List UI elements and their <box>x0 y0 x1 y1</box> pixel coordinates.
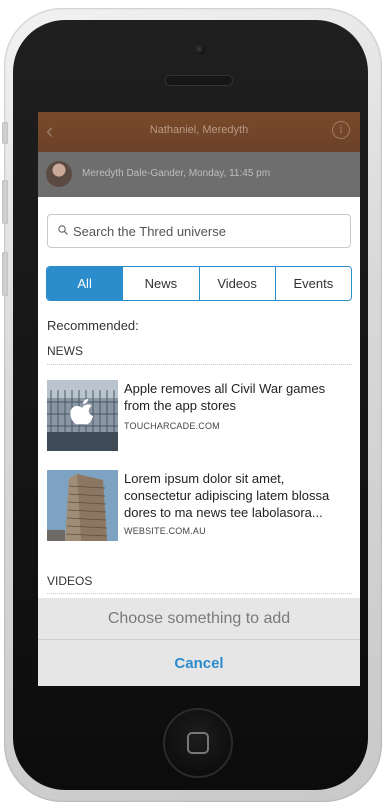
choose-prompt: Choose something to add <box>38 598 360 640</box>
building-thumbnail <box>47 470 118 541</box>
search-icon <box>58 225 68 235</box>
tab-videos[interactable]: Videos <box>198 267 275 300</box>
section-divider <box>47 364 352 365</box>
item-title: Lorem ipsum dolor sit amet, consectetur … <box>124 471 330 520</box>
phone-volume-up <box>2 180 8 224</box>
header-title: Nathaniel, Meredyth <box>149 124 249 136</box>
videos-section-heading: VIDEOS <box>47 574 93 588</box>
home-button[interactable] <box>163 708 233 778</box>
apple-store-thumbnail <box>47 380 118 451</box>
news-section-heading: NEWS <box>47 344 83 358</box>
recommended-heading: Recommended: <box>47 318 139 333</box>
home-square-icon <box>187 732 209 754</box>
search-box[interactable] <box>47 214 351 248</box>
tab-events[interactable]: Events <box>274 267 351 300</box>
phone-side-button <box>2 122 8 144</box>
avatar <box>46 161 72 187</box>
phone-screen: ‹ Nathaniel, Meredyth i Meredyth Dale-Ga… <box>38 112 360 686</box>
conversation-meta: Meredyth Dale-Gander, Monday, 11:45 pm <box>82 168 271 179</box>
list-item[interactable]: Apple removes all Civil War games from t… <box>47 380 352 451</box>
tab-news[interactable]: News <box>122 267 199 300</box>
add-content-sheet: All News Videos Events Recommended: NEWS <box>38 197 360 686</box>
item-title: Apple removes all Civil War games from t… <box>124 381 326 413</box>
item-source: TOUCHARCADE.COM <box>124 421 220 431</box>
section-divider <box>47 593 352 594</box>
earpiece-speaker <box>165 75 233 86</box>
cancel-button[interactable]: Cancel <box>38 640 360 686</box>
info-icon[interactable]: i <box>332 121 350 139</box>
phone-volume-down <box>2 252 8 296</box>
item-source: WEBSITE.COM.AU <box>124 526 206 536</box>
filter-tabs: All News Videos Events <box>46 266 352 301</box>
app-header: ‹ Nathaniel, Meredyth i <box>38 112 360 152</box>
front-camera <box>195 45 205 55</box>
list-item[interactable]: Lorem ipsum dolor sit amet, consectetur … <box>47 470 352 541</box>
conversation-subheader: Meredyth Dale-Gander, Monday, 11:45 pm <box>38 152 360 197</box>
tab-all[interactable]: All <box>47 267 123 300</box>
search-input[interactable] <box>73 215 343 247</box>
